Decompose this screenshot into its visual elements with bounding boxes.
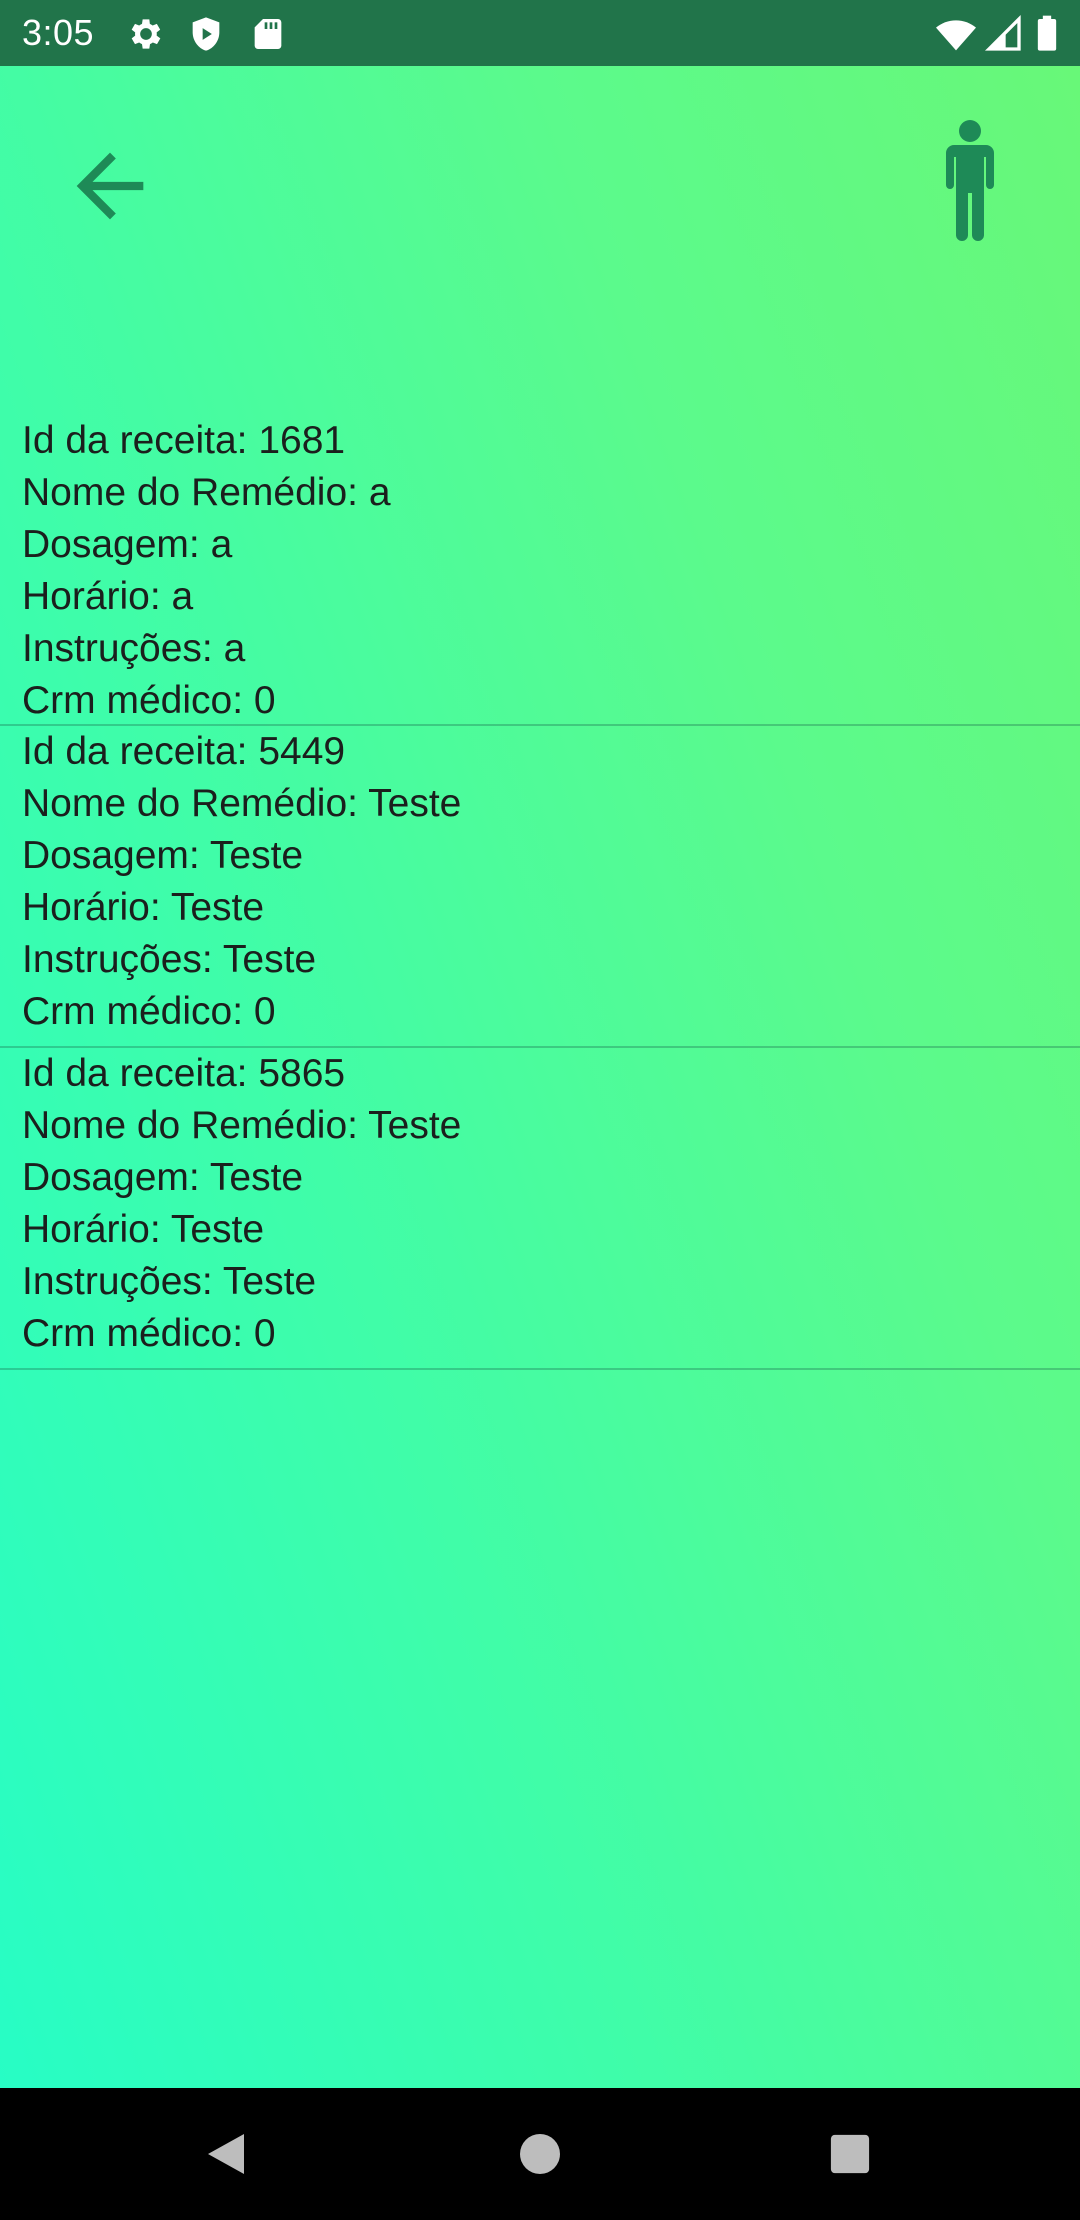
wifi-icon xyxy=(934,14,978,54)
shield-play-icon xyxy=(186,14,226,54)
navigation-bar xyxy=(0,2088,1080,2220)
schedule: Horário: Teste xyxy=(22,1204,1080,1256)
dosage-label: Dosagem: xyxy=(22,1156,210,1199)
schedule-value: Teste xyxy=(170,1208,265,1251)
instructions-label: Instruções: xyxy=(22,1260,223,1303)
doctor-crm-value: 0 xyxy=(253,990,276,1033)
back-button[interactable] xyxy=(50,126,170,246)
prescription-id-value: 5865 xyxy=(258,1052,346,1095)
doctor-crm: Crm médico: 0 xyxy=(22,986,1080,1038)
nav-recents-button[interactable] xyxy=(800,2108,900,2200)
nav-recents-icon xyxy=(830,2134,870,2174)
person-icon xyxy=(946,120,994,241)
prescription-id: Id da receita: 5449 xyxy=(22,726,1080,778)
doctor-crm-value: 0 xyxy=(253,1312,276,1355)
schedule-label: Horário: xyxy=(22,886,171,929)
prescription-screen: Id da receita: 1681 Nome do Remédio: a D… xyxy=(0,66,1080,2088)
instructions: Instruções: a xyxy=(22,623,1080,675)
doctor-crm-label: Crm médico: xyxy=(22,1312,254,1355)
dosage-value: Teste xyxy=(209,1156,304,1199)
prescription-id-value: 5449 xyxy=(258,730,346,773)
schedule-value: a xyxy=(171,575,194,618)
list-item[interactable]: Id da receita: 1681 Nome do Remédio: a D… xyxy=(0,415,1080,726)
medicine-name-label: Nome do Remédio: xyxy=(22,782,369,825)
medicine-name-value: Teste xyxy=(368,782,462,825)
dosage-label: Dosagem: xyxy=(22,834,210,877)
schedule: Horário: a xyxy=(22,571,1080,623)
gear-icon xyxy=(126,14,166,54)
prescription-id: Id da receita: 5865 xyxy=(22,1048,1080,1100)
instructions-value: Teste xyxy=(222,938,317,981)
schedule-label: Horário: xyxy=(22,575,172,618)
list-item[interactable]: Id da receita: 5449 Nome do Remédio: Tes… xyxy=(0,726,1080,1048)
prescription-id: Id da receita: 1681 xyxy=(22,415,1080,467)
instructions: Instruções: Teste xyxy=(22,1256,1080,1308)
battery-icon xyxy=(1032,14,1062,54)
schedule-value: Teste xyxy=(170,886,265,929)
nav-home-button[interactable] xyxy=(490,2108,590,2200)
instructions-label: Instruções: xyxy=(22,627,224,670)
prescription-id-label: Id da receita: xyxy=(22,419,259,462)
doctor-crm-label: Crm médico: xyxy=(22,990,254,1033)
medicine-name: Nome do Remédio: a xyxy=(22,467,1080,519)
sd-card-icon xyxy=(248,14,288,54)
prescription-id-label: Id da receita: xyxy=(22,730,259,773)
doctor-crm-label: Crm médico: xyxy=(22,679,254,722)
profile-button[interactable] xyxy=(920,106,1020,256)
instructions-value: Teste xyxy=(222,1260,317,1303)
doctor-crm: Crm médico: 0 xyxy=(22,1308,1080,1360)
medicine-name-value: Teste xyxy=(368,1104,462,1147)
doctor-crm: Crm médico: 0 xyxy=(22,675,1080,727)
instructions: Instruções: Teste xyxy=(22,934,1080,986)
prescription-list: Id da receita: 1681 Nome do Remédio: a D… xyxy=(0,415,1080,1370)
prescription-id-label: Id da receita: xyxy=(22,1052,259,1095)
nav-back-icon xyxy=(208,2134,244,2174)
medicine-name: Nome do Remédio: Teste xyxy=(22,1100,1080,1152)
nav-home-icon xyxy=(520,2134,560,2174)
signal-icon xyxy=(984,14,1024,54)
status-time: 3:05 xyxy=(22,12,95,53)
dosage-value: Teste xyxy=(209,834,304,877)
medicine-name-value: a xyxy=(368,471,391,514)
instructions-value: a xyxy=(223,627,246,670)
schedule-label: Horário: xyxy=(22,1208,171,1251)
dosage: Dosagem: a xyxy=(22,519,1080,571)
medicine-name-label: Nome do Remédio: xyxy=(22,1104,369,1147)
arrow-back-icon xyxy=(76,152,144,220)
dosage-label: Dosagem: xyxy=(22,523,211,566)
dosage: Dosagem: Teste xyxy=(22,830,1080,882)
medicine-name: Nome do Remédio: Teste xyxy=(22,778,1080,830)
prescription-id-value: 1681 xyxy=(258,419,346,462)
medicine-name-label: Nome do Remédio: xyxy=(22,471,369,514)
dosage-value: a xyxy=(210,523,233,566)
status-bar: 3:05 xyxy=(0,0,1080,66)
dosage: Dosagem: Teste xyxy=(22,1152,1080,1204)
doctor-crm-value: 0 xyxy=(253,679,276,722)
schedule: Horário: Teste xyxy=(22,882,1080,934)
list-item[interactable]: Id da receita: 5865 Nome do Remédio: Tes… xyxy=(0,1048,1080,1370)
instructions-label: Instruções: xyxy=(22,938,223,981)
nav-back-button[interactable] xyxy=(176,2108,276,2200)
